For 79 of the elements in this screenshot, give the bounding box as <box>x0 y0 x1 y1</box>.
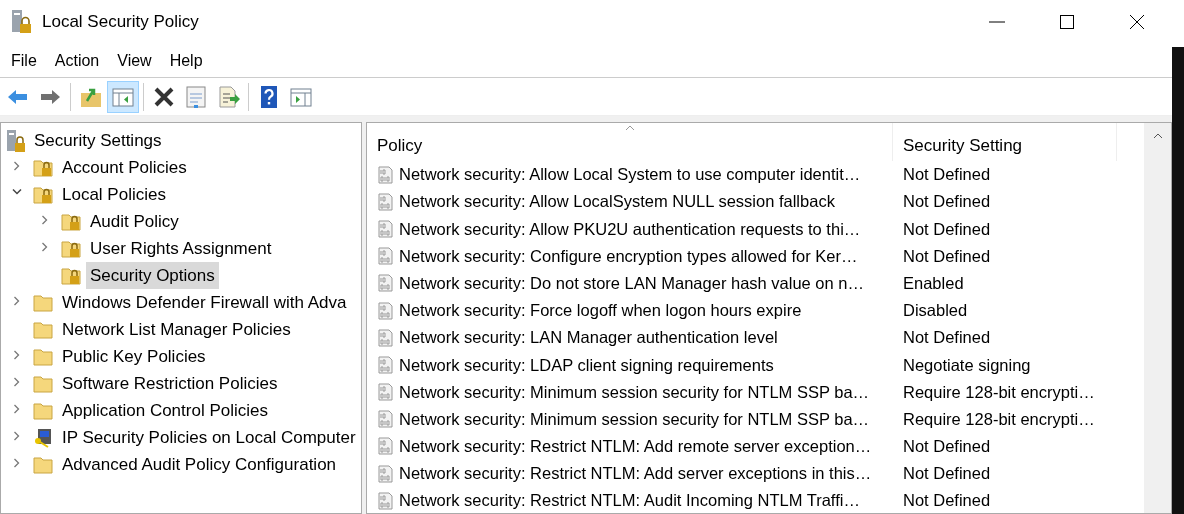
policy-document-icon <box>377 192 395 211</box>
chevron-right-icon[interactable] <box>13 160 21 171</box>
table-cell-text: Not Defined <box>902 463 991 485</box>
tree-item[interactable]: Security Options <box>86 261 219 290</box>
table-cell-text: Require 128-bit encrypti… <box>902 408 1095 430</box>
sort-ascending-icon <box>625 125 635 131</box>
table-cell-text: Not Defined <box>902 218 991 240</box>
export-list-icon <box>216 84 240 109</box>
table-cell-text: Network security: Allow Local System to use computer identit… <box>399 164 861 186</box>
policy-document-icon <box>377 301 395 320</box>
table-cell-text: Network security: Minimum session security for NTLM SSP ba… <box>399 381 870 403</box>
tree-item[interactable]: Windows Defender Firewall with Adva <box>58 288 351 317</box>
tree-item[interactable]: User Rights Assignment <box>86 234 276 263</box>
scroll-up-icon[interactable] <box>1152 133 1163 139</box>
tree-item[interactable]: Advanced Audit Policy Configuration <box>58 450 341 479</box>
tree-item[interactable]: Local Policies <box>58 180 170 209</box>
table-cell-text: Network security: LAN Manager authentication level <box>399 327 778 349</box>
table-cell-text: Enabled <box>902 272 964 294</box>
table-cell-text: Network security: Configure encryption types allowed for Ker… <box>399 245 858 267</box>
policy-document-icon <box>377 247 395 266</box>
policy-document-icon <box>377 165 395 184</box>
table-cell-text: Not Defined <box>902 327 991 349</box>
table-cell-text: Network security: Minimum session security for NTLM SSP ba… <box>399 408 870 430</box>
table-cell-text: Network security: Restrict NTLM: Add remote server exception… <box>399 436 872 458</box>
tree-item[interactable]: Account Policies <box>58 153 191 182</box>
chevron-right-icon[interactable] <box>13 457 21 468</box>
table-cell-text: Network security: LDAP client signing requirements <box>399 354 774 376</box>
table-cell-text: Not Defined <box>902 436 991 458</box>
maximize-icon <box>1059 14 1075 30</box>
table-cell-text: Network security: Restrict NTLM: Audit Incoming NTLM Traffi… <box>399 490 860 512</box>
server-lock-icon <box>5 128 27 153</box>
window-title: Local Security Policy <box>42 11 199 34</box>
server-lock-icon <box>10 9 34 35</box>
table-cell-text: Network security: Allow LocalSystem NULL session fallback <box>399 191 835 213</box>
policy-document-icon <box>377 464 395 483</box>
chevron-right-icon[interactable] <box>41 214 49 225</box>
chevron-right-icon[interactable] <box>13 403 21 414</box>
menu-item[interactable]: View <box>108 46 161 75</box>
policy-document-icon <box>377 328 395 347</box>
chevron-right-icon[interactable] <box>13 376 21 387</box>
chevron-right-icon[interactable] <box>13 430 21 441</box>
chevron-right-icon[interactable] <box>13 349 21 360</box>
chevron-right-icon[interactable] <box>13 295 21 306</box>
policy-document-icon <box>377 355 395 374</box>
column-header[interactable]: Security Setting <box>893 123 1117 161</box>
tree-item[interactable]: Application Control Policies <box>58 396 272 425</box>
policy-document-icon <box>377 219 395 238</box>
policy-document-icon <box>377 437 395 456</box>
table-cell-text: Not Defined <box>902 490 991 512</box>
scrollbar[interactable] <box>1144 123 1171 513</box>
tree-item[interactable]: Network List Manager Policies <box>58 315 295 344</box>
menu-item[interactable]: File <box>2 46 46 75</box>
policy-document-icon <box>377 274 395 293</box>
column-header[interactable]: Policy <box>367 123 893 161</box>
chevron-down-icon[interactable] <box>12 187 22 196</box>
policy-document-icon <box>377 383 395 402</box>
tree-item[interactable]: Software Restriction Policies <box>58 369 282 398</box>
tree-item[interactable]: Audit Policy <box>86 207 183 236</box>
table-cell-text: Not Defined <box>902 164 991 186</box>
table-cell-text: Network security: Allow PKU2U authentication requests to thi… <box>399 218 861 240</box>
close-icon <box>1129 14 1145 30</box>
properties-sheet-icon <box>184 84 208 109</box>
tree-item[interactable]: IP Security Policies on Local Computer <box>58 423 360 452</box>
menu-item[interactable]: Action <box>45 46 109 75</box>
tree-item[interactable]: Public Key Policies <box>58 342 210 371</box>
table-cell-text: Disabled <box>902 300 968 322</box>
table-cell-text: Network security: Force logoff when logon hours expire <box>399 300 802 322</box>
table-cell-text: Network security: Restrict NTLM: Add server exceptions in this… <box>399 463 872 485</box>
table-cell-text: Require 128-bit encrypti… <box>902 381 1095 403</box>
table-cell-text: Not Defined <box>902 191 991 213</box>
policy-document-icon <box>377 491 395 510</box>
table-cell-text: Network security: Do not store LAN Manager hash value on n… <box>399 272 864 294</box>
menu-item[interactable]: Help <box>160 46 212 75</box>
table-cell-text: Negotiate signing <box>902 354 1031 376</box>
policy-document-icon <box>377 410 395 429</box>
table-cell-text: Not Defined <box>902 245 991 267</box>
chevron-right-icon[interactable] <box>41 241 49 252</box>
minimize-icon <box>989 21 1005 23</box>
tree-item[interactable]: Security Settings <box>30 126 166 155</box>
